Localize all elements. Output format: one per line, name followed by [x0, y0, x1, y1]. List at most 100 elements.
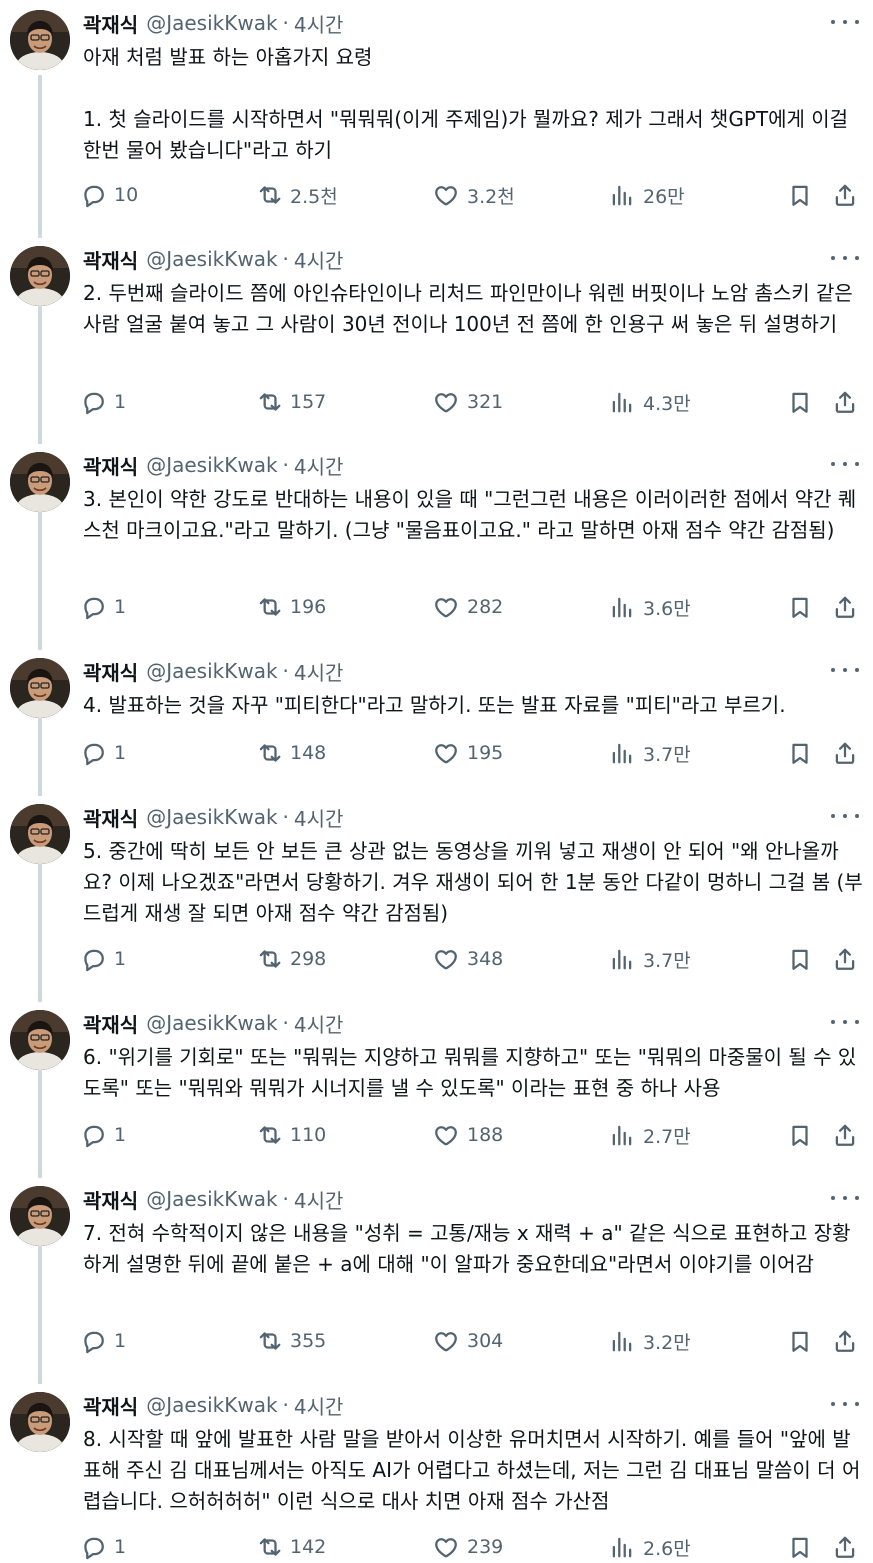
views-button[interactable]: 3.7만 [609, 737, 691, 769]
avatar[interactable] [10, 804, 70, 864]
views-button[interactable]: 3.6만 [609, 591, 691, 623]
share-button[interactable] [832, 179, 858, 211]
author-name[interactable]: 곽재식 [83, 245, 138, 274]
bookmark-button[interactable] [787, 737, 813, 769]
share-button[interactable] [832, 943, 858, 975]
bookmark-button[interactable] [787, 386, 813, 418]
views-button[interactable]: 2.7만 [609, 1119, 691, 1151]
retweet-button[interactable]: 148 [256, 737, 326, 769]
share-button[interactable] [832, 737, 858, 769]
like-button[interactable]: 282 [433, 591, 503, 623]
like-button[interactable]: 195 [433, 737, 503, 769]
timestamp[interactable]: 4시간 [294, 1391, 344, 1420]
share-button[interactable] [832, 1325, 858, 1357]
author-name[interactable]: 곽재식 [83, 803, 138, 832]
retweet-button[interactable]: 2.5천 [256, 179, 338, 211]
avatar[interactable] [10, 1010, 70, 1070]
views-bar-chart-icon [609, 1122, 635, 1148]
like-button[interactable]: 304 [433, 1325, 503, 1357]
share-button[interactable] [832, 591, 858, 623]
author-handle[interactable]: @JaesikKwak [146, 659, 277, 683]
reply-button[interactable]: 1 [80, 737, 126, 769]
author-name[interactable]: 곽재식 [83, 1391, 138, 1420]
tweet-header: 곽재식 @JaesikKwak · 4시간 [83, 1185, 344, 1214]
author-handle[interactable]: @JaesikKwak [146, 1393, 277, 1417]
views-button[interactable]: 26만 [609, 179, 685, 211]
more-dots-icon[interactable] [831, 660, 859, 680]
more-dots-icon[interactable] [831, 1394, 859, 1414]
author-name[interactable]: 곽재식 [83, 1185, 138, 1214]
timestamp[interactable]: 4시간 [294, 451, 344, 480]
retweet-button[interactable]: 110 [256, 1119, 326, 1151]
timestamp[interactable]: 4시간 [294, 1185, 344, 1214]
author-name[interactable]: 곽재식 [83, 1009, 138, 1038]
views-bar-chart-icon [609, 182, 635, 208]
avatar[interactable] [10, 1186, 70, 1246]
like-button[interactable]: 321 [433, 386, 503, 418]
share-button[interactable] [832, 1119, 858, 1151]
author-handle[interactable]: @JaesikKwak [146, 453, 277, 477]
views-button[interactable]: 2.6만 [609, 1531, 691, 1563]
bookmark-button[interactable] [787, 591, 813, 623]
bookmark-icon [787, 740, 813, 766]
bookmark-button[interactable] [787, 1325, 813, 1357]
author-name[interactable]: 곽재식 [83, 451, 138, 480]
share-button[interactable] [832, 1531, 858, 1563]
separator-dot: · [282, 805, 289, 829]
reply-icon [80, 594, 106, 620]
share-button[interactable] [832, 386, 858, 418]
avatar[interactable] [10, 1392, 70, 1452]
retweet-button[interactable]: 196 [256, 591, 326, 623]
retweets-count: 196 [290, 596, 327, 618]
reply-button[interactable]: 1 [80, 1325, 126, 1357]
reply-button[interactable]: 1 [80, 591, 126, 623]
retweet-icon [256, 740, 282, 766]
avatar[interactable] [10, 10, 70, 70]
more-dots-icon[interactable] [831, 454, 859, 474]
author-handle[interactable]: @JaesikKwak [146, 247, 277, 271]
thread: 곽재식 @JaesikKwak · 4시간 아재 처럼 발표 하는 아홉가지 요령 1.… [0, 0, 873, 1562]
like-button[interactable]: 348 [433, 943, 503, 975]
like-button[interactable]: 3.2천 [433, 179, 515, 211]
bookmark-button[interactable] [787, 179, 813, 211]
bookmark-button[interactable] [787, 1531, 813, 1563]
heart-icon [433, 182, 459, 208]
more-dots-icon[interactable] [831, 1012, 859, 1032]
avatar[interactable] [10, 246, 70, 306]
views-button[interactable]: 4.3만 [609, 386, 691, 418]
timestamp[interactable]: 4시간 [294, 9, 344, 38]
timestamp[interactable]: 4시간 [294, 657, 344, 686]
author-handle[interactable]: @JaesikKwak [146, 805, 277, 829]
reply-button[interactable]: 10 [80, 179, 138, 211]
more-dots-icon[interactable] [831, 248, 859, 268]
timestamp[interactable]: 4시간 [294, 245, 344, 274]
timestamp[interactable]: 4시간 [294, 803, 344, 832]
like-button[interactable]: 188 [433, 1119, 503, 1151]
avatar[interactable] [10, 658, 70, 718]
retweet-button[interactable]: 142 [256, 1531, 326, 1563]
author-handle[interactable]: @JaesikKwak [146, 1011, 277, 1035]
views-button[interactable]: 3.7만 [609, 943, 691, 975]
retweet-button[interactable]: 298 [256, 943, 326, 975]
more-dots-icon[interactable] [831, 12, 859, 32]
author-handle[interactable]: @JaesikKwak [146, 1187, 277, 1211]
more-dots-icon[interactable] [831, 806, 859, 826]
views-button[interactable]: 3.2만 [609, 1325, 691, 1357]
bookmark-button[interactable] [787, 943, 813, 975]
reply-button[interactable]: 1 [80, 386, 126, 418]
reply-button[interactable]: 1 [80, 1119, 126, 1151]
retweet-button[interactable]: 157 [256, 386, 326, 418]
bookmark-button[interactable] [787, 1119, 813, 1151]
author-name[interactable]: 곽재식 [83, 657, 138, 686]
replies-count: 1 [114, 391, 127, 413]
timestamp[interactable]: 4시간 [294, 1009, 344, 1038]
reply-button[interactable]: 1 [80, 943, 126, 975]
author-handle[interactable]: @JaesikKwak [146, 11, 277, 35]
like-button[interactable]: 239 [433, 1531, 503, 1563]
reply-button[interactable]: 1 [80, 1531, 126, 1563]
author-name[interactable]: 곽재식 [83, 9, 138, 38]
retweet-button[interactable]: 355 [256, 1325, 326, 1357]
more-dots-icon[interactable] [831, 1188, 859, 1208]
avatar[interactable] [10, 452, 70, 512]
tweet-header: 곽재식 @JaesikKwak · 4시간 [83, 9, 344, 38]
